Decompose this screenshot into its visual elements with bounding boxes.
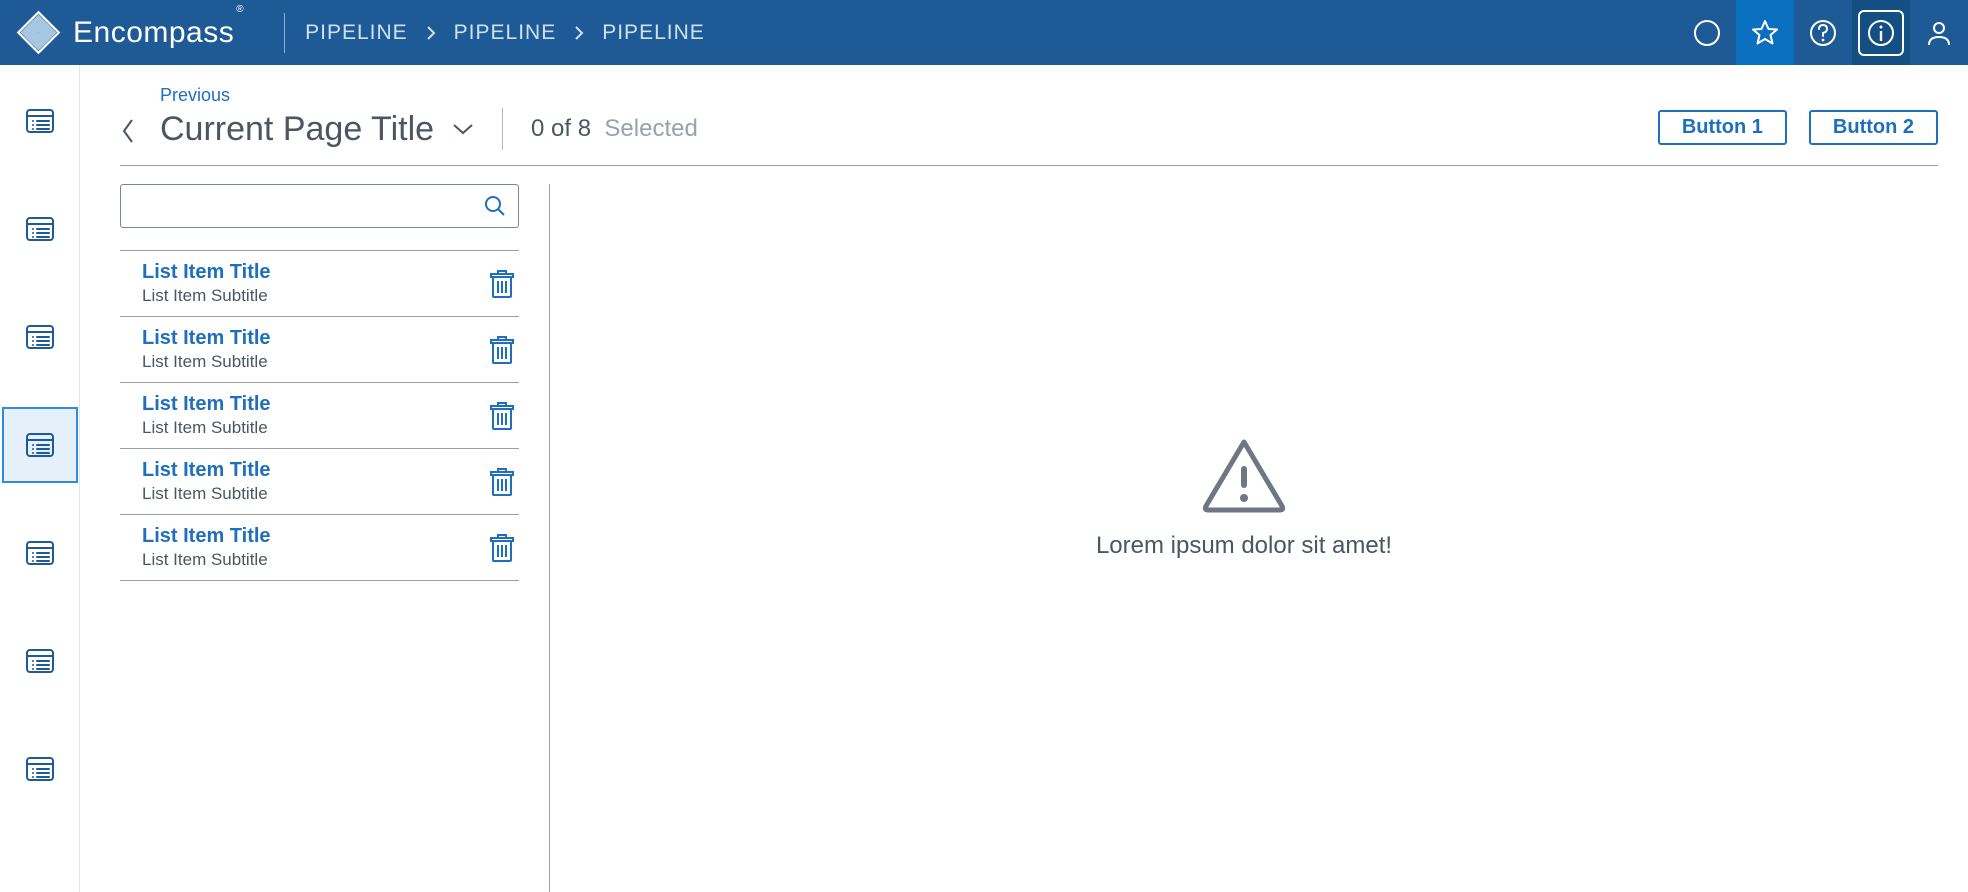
list-item-title: List Item Title — [142, 261, 271, 284]
item-list: List Item TitleList Item SubtitleList It… — [120, 250, 519, 581]
header-actions — [1678, 0, 1968, 65]
search-field[interactable] — [133, 196, 484, 217]
trash-icon[interactable] — [487, 333, 517, 367]
list-item-subtitle: List Item Subtitle — [142, 484, 271, 504]
list-item-subtitle: List Item Subtitle — [142, 550, 271, 570]
sidebar-rail — [0, 65, 80, 892]
trash-icon[interactable] — [487, 465, 517, 499]
page-title: Current Page Title — [160, 110, 434, 149]
selection-count: 0 of 8 Selected — [531, 115, 698, 143]
star-icon[interactable] — [1736, 0, 1794, 65]
breadcrumb: PIPELINE PIPELINE PIPELINE — [305, 21, 705, 45]
trash-icon[interactable] — [487, 267, 517, 301]
list-item[interactable]: List Item TitleList Item Subtitle — [120, 316, 519, 382]
header-separator — [284, 13, 285, 53]
help-icon[interactable] — [1794, 0, 1852, 65]
chevron-down-icon[interactable] — [452, 122, 474, 136]
info-icon[interactable] — [1852, 0, 1910, 65]
list-item[interactable]: List Item TitleList Item Subtitle — [120, 250, 519, 316]
brand: Encompass® — [10, 10, 264, 55]
chevron-right-icon — [426, 25, 436, 41]
list-item-subtitle: List Item Subtitle — [142, 286, 271, 306]
rail-item-3[interactable] — [2, 407, 78, 483]
page-header: Previous Current Page Title 0 of 8 Selec… — [120, 85, 1938, 151]
divider — [120, 165, 1938, 166]
rail-item-4[interactable] — [2, 515, 78, 591]
rail-item-6[interactable] — [2, 731, 78, 807]
list-item-title: List Item Title — [142, 327, 271, 350]
list-item[interactable]: List Item TitleList Item Subtitle — [120, 514, 519, 581]
back-chevron-icon[interactable] — [120, 111, 142, 151]
breadcrumb-item[interactable]: PIPELINE — [305, 21, 408, 45]
alert-triangle-icon — [1200, 436, 1288, 514]
empty-state-message: Lorem ipsum dolor sit amet! — [1096, 532, 1392, 560]
rail-item-0[interactable] — [2, 83, 78, 159]
search-input[interactable] — [120, 184, 519, 228]
trash-icon[interactable] — [487, 399, 517, 433]
content-pane: Lorem ipsum dolor sit amet! — [550, 184, 1938, 892]
rail-item-1[interactable] — [2, 191, 78, 267]
main-content: Previous Current Page Title 0 of 8 Selec… — [80, 65, 1968, 892]
search-icon[interactable] — [484, 195, 506, 217]
chevron-right-icon — [574, 25, 584, 41]
divider — [502, 108, 503, 150]
list-item-subtitle: List Item Subtitle — [142, 418, 271, 438]
breadcrumb-item[interactable]: PIPELINE — [454, 21, 557, 45]
list-pane: List Item TitleList Item SubtitleList It… — [120, 184, 550, 892]
button-1[interactable]: Button 1 — [1658, 110, 1787, 145]
list-item-title: List Item Title — [142, 459, 271, 482]
trash-icon[interactable] — [487, 531, 517, 565]
brand-name: Encompass® — [73, 16, 244, 50]
list-item[interactable]: List Item TitleList Item Subtitle — [120, 382, 519, 448]
rail-item-5[interactable] — [2, 623, 78, 699]
breadcrumb-item[interactable]: PIPELINE — [602, 21, 705, 45]
user-icon[interactable] — [1910, 0, 1968, 65]
app-header: Encompass® PIPELINE PIPELINE PIPELINE — [0, 0, 1968, 65]
list-item-subtitle: List Item Subtitle — [142, 352, 271, 372]
button-2[interactable]: Button 2 — [1809, 110, 1938, 145]
rail-item-2[interactable] — [2, 299, 78, 375]
previous-link[interactable]: Previous — [160, 85, 698, 106]
notifications-icon[interactable] — [1678, 0, 1736, 65]
list-item-title: List Item Title — [142, 393, 271, 416]
brand-logo-icon — [16, 10, 61, 55]
list-item[interactable]: List Item TitleList Item Subtitle — [120, 448, 519, 514]
list-item-title: List Item Title — [142, 525, 271, 548]
